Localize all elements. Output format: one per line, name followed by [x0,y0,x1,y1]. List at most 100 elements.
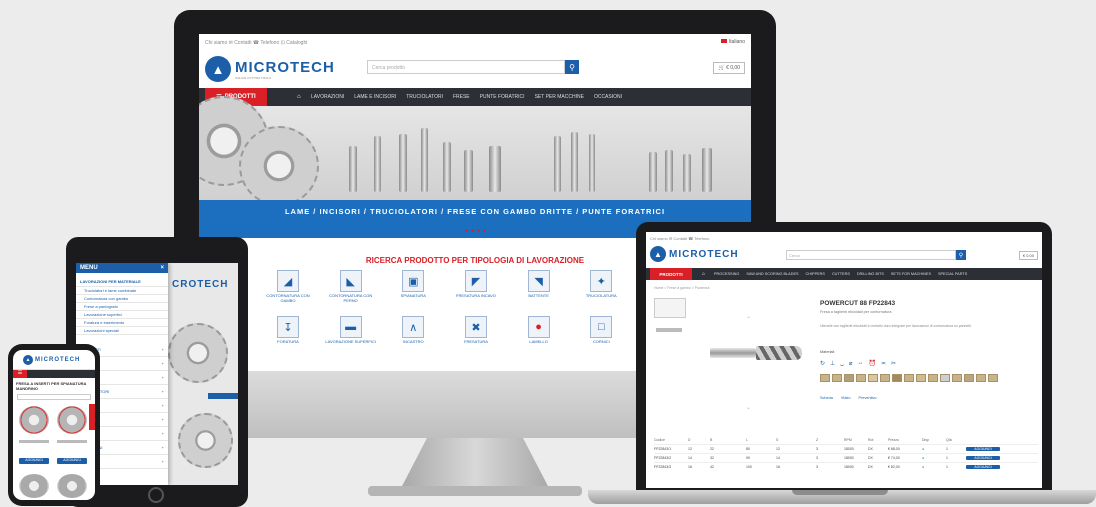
close-icon[interactable]: × [160,265,164,271]
logo[interactable]: ▲ MICROTECH ITALIAN CUTTING TOOLS [205,56,335,82]
category-tile[interactable]: ▬ LAVORAZIONE SUPERFICI [324,316,378,345]
action-datasheet[interactable]: Scheda [820,396,833,400]
nav-item-truciolatori[interactable]: TRUCIOLATORI [406,94,443,100]
product-thumbnail[interactable] [654,298,686,318]
cutter-image [374,136,381,192]
laptop-top-links[interactable]: Chi siamo ✉ Contatti ☎ Telefono [650,236,709,241]
hamburger-icon[interactable]: ☰ [13,370,27,378]
category-tile[interactable]: ◥ BATTENTE [512,270,566,304]
search-input[interactable]: Cerca prodotto [367,60,565,74]
category-label: LAVORAZIONE SUPERFICI [325,339,376,344]
quantity-input[interactable]: 1 [946,456,966,460]
category-tile[interactable]: ✖ FRESATURA [449,316,503,345]
category-tile[interactable]: ● LAMELLO [512,316,566,345]
quantity-input[interactable]: 1 [946,447,966,451]
table-cell: 80 [746,447,750,451]
material-swatch [964,374,974,382]
nav-item[interactable]: CHIPPERS [806,272,825,276]
nav-item[interactable]: DRILLING BITS [857,272,884,276]
product-image[interactable] [57,406,87,434]
spiral-icon: ≍ [880,361,887,367]
carousel-dot[interactable] [482,228,486,232]
header: ▲ MICROTECH ITALIAN CUTTING TOOLS Cerca … [199,52,751,86]
laptop-screen: Chi siamo ✉ Contatti ☎ Telefono ▲ MICROT… [646,232,1042,488]
phone-filter-select[interactable] [17,394,91,400]
category-tile[interactable]: ◣ CONTORNATURA CON PERNO [324,270,378,304]
nav-item-occasioni[interactable]: OCCASIONI [594,94,622,100]
table-cell: 16 [776,465,780,469]
nav-item[interactable]: SAW AND SCORING BLADES [746,272,798,276]
nav-item-lavorazioni[interactable]: LAVORAZIONI [311,94,344,100]
nav-item-set[interactable]: SET PER MACCHINE [535,94,584,100]
laptop-search-button[interactable]: ⚲ [956,250,966,260]
category-tile[interactable]: ▣ SPIANATURA [386,270,440,304]
material-swatch [988,374,998,382]
chevron-down-icon[interactable]: ⌄ [746,404,751,411]
nav-item[interactable]: CUTTERS [832,272,850,276]
carousel-dot[interactable] [470,228,474,232]
category-label: INCASTRO [402,339,424,344]
nav-item-lame[interactable]: LAME E INCISORI [354,94,396,100]
language-selector[interactable]: Italiano [721,39,745,45]
add-to-cart-button[interactable]: AGGIUNGI [57,458,87,464]
top-links[interactable]: Chi siamo ✉ Contatti ☎ Telefono ⊡ Catalo… [199,34,751,52]
menu-item[interactable]: Lavorazioni speciali [76,327,168,335]
product-image[interactable] [57,474,87,498]
menu-item[interactable]: Frese a pantografo [76,303,168,311]
saw-blade-image [178,413,233,468]
menu-item[interactable]: Truciolatori e lame combinate [76,287,168,295]
laptop-products-button[interactable]: PRODOTTI [650,268,692,280]
cut-icon: ✂ [891,361,897,367]
carousel-dot[interactable] [464,228,468,232]
nav-item[interactable]: SETS FOR MACHINES [891,272,931,276]
laptop-logo[interactable]: ▲ MICROTECH [650,246,739,262]
chevron-up-icon[interactable]: ⌃ [746,316,751,323]
carousel-dot[interactable] [476,228,480,232]
category-label: CONTORNATURA CON GAMBO [266,293,310,303]
category-tile[interactable]: ∧ INCASTRO [386,316,440,345]
add-to-cart-button[interactable]: AGGIUNGI [966,465,1000,469]
nav-item[interactable]: PROCESSING [714,272,739,276]
nav-item[interactable]: SPECIAL PARTS [938,272,967,276]
add-to-cart-button[interactable]: AGGIUNGI [966,456,1000,460]
menu-item[interactable]: LAVORAZIONI PER MATERIALE [76,277,168,287]
product-caption [57,440,87,443]
product-thumbnail-alt[interactable] [656,328,682,332]
product-image[interactable] [19,406,49,434]
action-quote[interactable]: Preventivo [859,396,877,400]
add-to-cart-button[interactable]: AGGIUNGI [19,458,49,464]
home-icon[interactable]: ⌂ [702,271,705,277]
laptop-cart-button[interactable]: € 0,00 [1018,251,1038,260]
nav-item-frese[interactable]: FRESE [453,94,470,100]
menu-item[interactable]: Lavorazione superfici [76,311,168,319]
add-button[interactable] [208,393,238,399]
category-tile[interactable]: □ CORNICI [574,316,628,345]
add-to-cart-button[interactable]: AGGIUNGI [966,447,1000,451]
home-icon[interactable]: ⌂ [297,94,301,100]
cart-button[interactable]: 🛒 € 0,00 [713,62,745,74]
quantity-input[interactable]: 1 [946,465,966,469]
logo-text: MICROTECH [235,58,335,76]
material-swatch [940,374,950,382]
breadcrumb[interactable]: Home > Frese a gambo > Powercut [654,286,709,290]
nav-item-punte[interactable]: PUNTE FORATRICI [480,94,525,100]
chipping-icon: ✦ [590,270,613,292]
phone-header: ▲ MICROTECH [13,350,95,370]
material-swatch [844,374,854,382]
laptop-logo-text: MICROTECH [669,248,739,260]
laptop-search-input[interactable]: Cerca [786,250,956,260]
product-image[interactable] [19,474,49,498]
nav-links: LAVORAZIONI LAME E INCISORI TRUCIOLATORI… [311,94,622,100]
category-tile[interactable]: ↧ FORATURA [261,316,315,345]
table-row: FP22843/1 12 22 80 12 3 18000 DX € 68,00… [654,444,1038,453]
menu-item[interactable]: Contornatura con gambo [76,295,168,303]
search-button[interactable]: ⚲ [565,60,579,74]
side-tab[interactable] [89,404,95,430]
laptop-navbar: PRODOTTI ⌂ PROCESSING SAW AND SCORING BL… [646,268,1042,280]
category-tile[interactable]: ◤ FRESATURA INCAVO [449,270,503,304]
phone-logo-text: MICROTECH [35,356,81,363]
action-video[interactable]: Video [841,396,851,400]
category-tile[interactable]: ◢ CONTORNATURA CON GAMBO [261,270,315,304]
category-tile[interactable]: ✦ TRUCIOLATURA [574,270,628,304]
menu-item[interactable]: Foratura e inserimento [76,319,168,327]
